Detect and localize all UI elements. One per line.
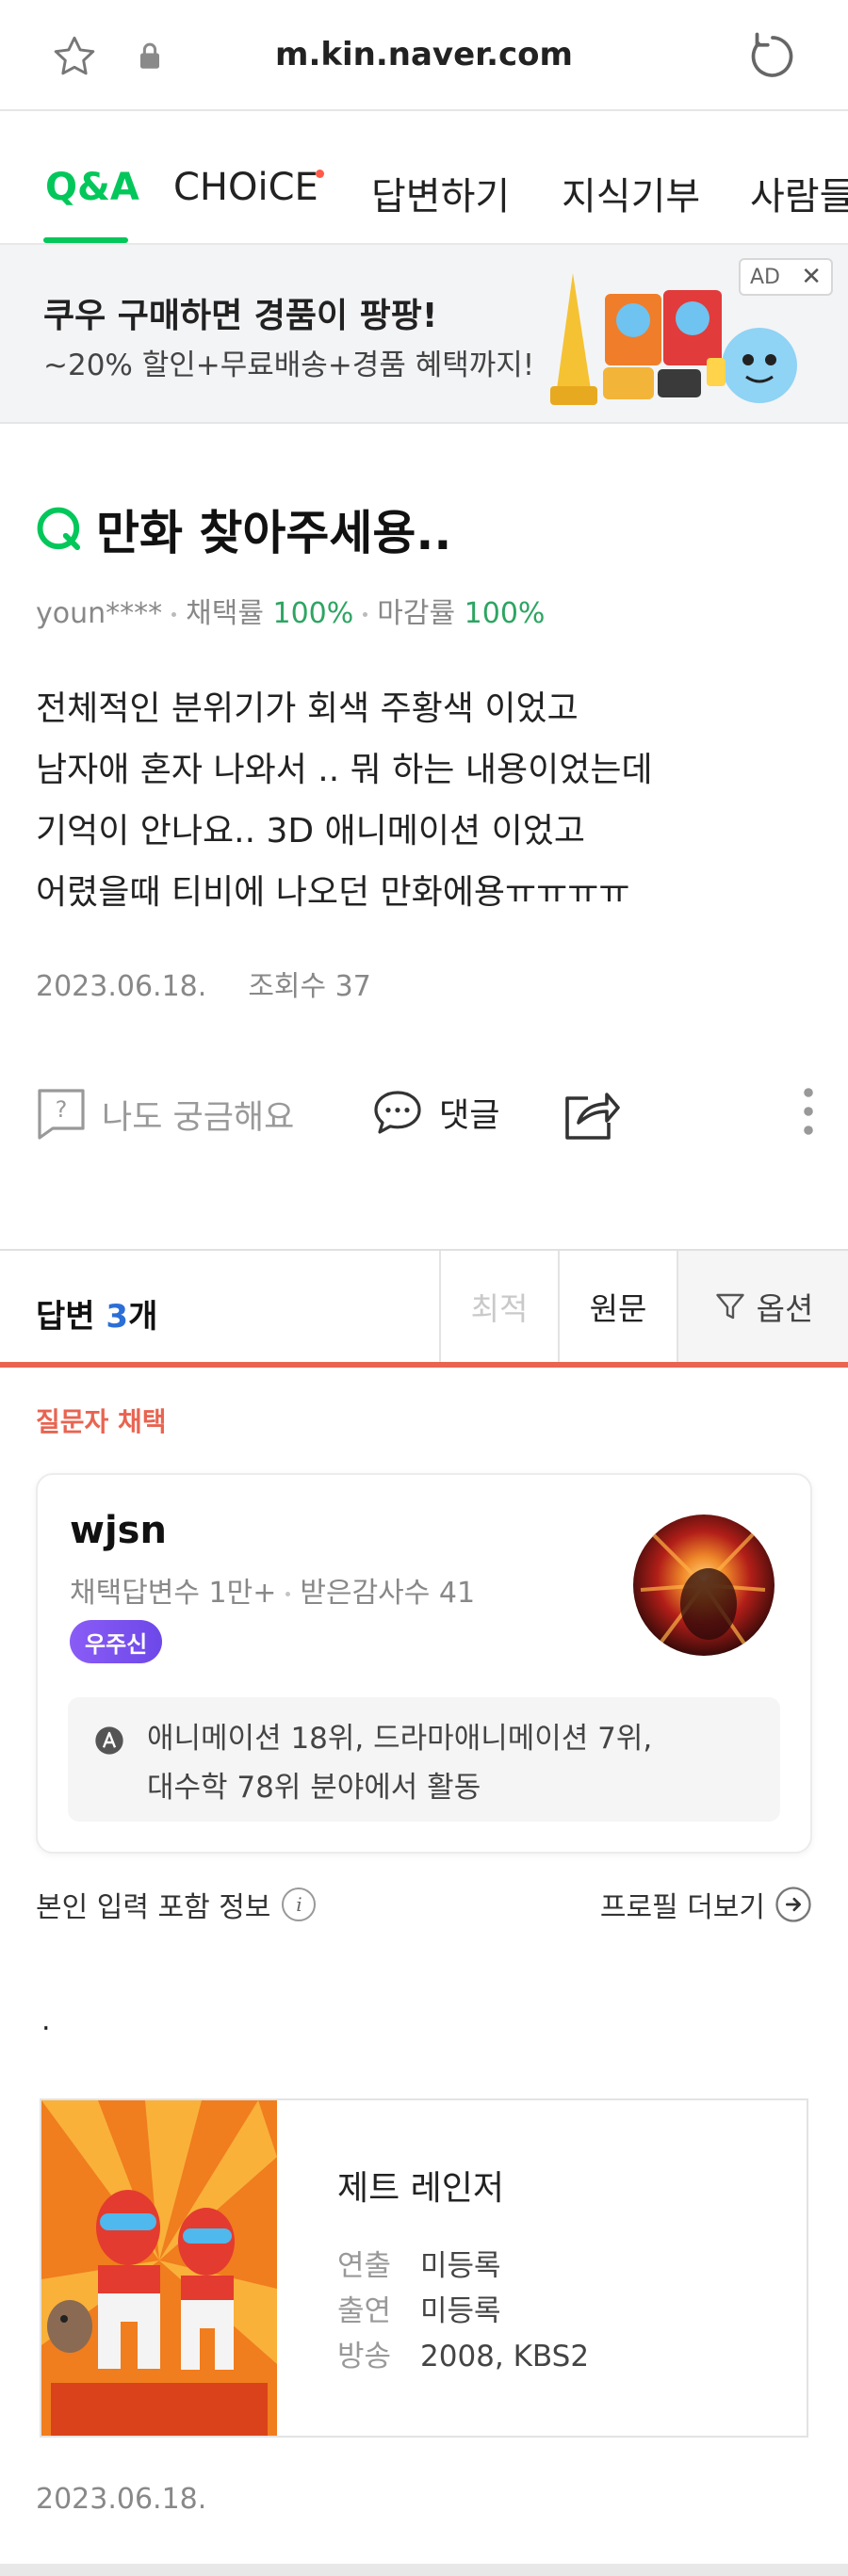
media-row-director: 연출 미등록: [337, 2242, 501, 2284]
question-line: 기억이 안나요.. 3D 애니메이션 이었고: [36, 812, 585, 851]
category-tabs: Q&A CHOiCE 답변하기 지식기부 사람들: [0, 113, 848, 245]
comment-button[interactable]: 댓글: [371, 1087, 499, 1138]
poster-image: [41, 2100, 277, 2436]
tab-people[interactable]: 사람들: [750, 166, 848, 220]
answer-header: 답변 3개 최적 원문 옵션: [0, 1251, 848, 1368]
active-tab-indicator: [43, 237, 128, 243]
svg-text:?: ?: [56, 1096, 68, 1123]
self-info-label[interactable]: 본인 입력 포함 정보 i: [36, 1884, 317, 1925]
curious-button[interactable]: ? 나도 궁금해요: [36, 1087, 294, 1142]
answer-number: 3: [106, 1298, 129, 1336]
options-button[interactable]: 옵션: [677, 1251, 848, 1362]
arrow-right-circle-icon: [775, 1887, 811, 1922]
question-line: 어렸을때 티비에 나오던 만화에용ㅠㅠㅠㅠ: [36, 873, 630, 912]
sort-best-button[interactable]: 최적: [439, 1251, 558, 1362]
media-row-broadcast: 방송 2008, KBS2: [337, 2332, 589, 2374]
answer-body: .: [41, 2004, 51, 2037]
avatar[interactable]: [633, 1515, 775, 1656]
question-header: 만화 찾아주세용..: [34, 495, 451, 563]
questioner-chosen-label: 질문자 채택: [36, 1406, 167, 1437]
question-actions: ? 나도 궁금해요 댓글: [0, 1074, 848, 1158]
tab-qna[interactable]: Q&A: [45, 166, 139, 209]
share-icon: [565, 1093, 620, 1140]
curious-label: 나도 궁금해요: [102, 1098, 295, 1137]
media-key: 연출: [337, 2249, 392, 2283]
comment-label: 댓글: [439, 1096, 500, 1135]
ad-label: AD: [750, 265, 780, 289]
section-divider-bottom: [0, 2564, 848, 2576]
answer-count: 답변 3개: [36, 1290, 157, 1337]
answer-unit: 개: [128, 1298, 158, 1336]
share-button[interactable]: [562, 1087, 637, 1142]
sort-original-button[interactable]: 원문: [558, 1251, 677, 1362]
view-count: 조회수 37: [248, 970, 371, 1003]
reload-icon[interactable]: [744, 28, 801, 85]
question-date-row: 2023.06.18. 조회수 37: [36, 963, 371, 1004]
info-icon[interactable]: i: [282, 1887, 317, 1921]
more-options-icon[interactable]: [797, 1083, 820, 1140]
ad-subtitle: ~20% 할인+무료배송+경품 혜택까지!: [43, 348, 535, 382]
ad-banner[interactable]: 쿠우 구매하면 경품이 팡팡! ~20% 할인+무료배송+경품 혜택까지! AD…: [0, 245, 848, 424]
adopt-rate-label: 채택률: [186, 597, 264, 630]
tab-answer[interactable]: 답변하기: [371, 166, 510, 220]
media-row-cast: 출연 미등록: [337, 2287, 501, 2329]
filter-icon: [715, 1293, 744, 1320]
self-info-text: 본인 입력 포함 정보: [36, 1891, 271, 1924]
ad-title: 쿠우 구매하면 경품이 팡팡!: [43, 297, 438, 335]
new-dot: [316, 170, 324, 178]
media-key: 출연: [337, 2294, 392, 2328]
question-body: 전체적인 분위기가 회색 주황색 이었고 남자애 혼자 나와서 .. 뭐 하는 …: [36, 678, 653, 923]
media-value: 2008, KBS2: [420, 2340, 590, 2373]
tab-donate[interactable]: 지식기부: [562, 166, 700, 220]
field-a-icon: [95, 1726, 123, 1755]
question-q-icon: [37, 507, 81, 551]
tab-choice[interactable]: CHOiCE: [173, 166, 318, 209]
close-icon[interactable]: ✕: [801, 263, 822, 291]
media-key: 방송: [337, 2340, 392, 2373]
question-line: 전체적인 분위기가 회색 주황색 이었고: [36, 689, 579, 728]
media-title[interactable]: 제트 레인저: [337, 2161, 504, 2210]
question-title: 만화 찾아주세용..: [96, 506, 452, 560]
rank-badge: 우주신: [70, 1620, 163, 1663]
close-rate-label: 마감률: [377, 597, 456, 630]
media-value: 미등록: [420, 2249, 501, 2283]
question-date: 2023.06.18.: [36, 970, 207, 1003]
question-line: 남자애 혼자 나와서 .. 뭐 하는 내용이었는데: [36, 751, 653, 789]
ad-close-badge[interactable]: AD ✕: [739, 258, 833, 296]
fields-line-1: 애니메이션 18위, 드라마애니메이션 7위,: [147, 1722, 653, 1756]
options-label: 옵션: [756, 1290, 814, 1327]
more-profile-link[interactable]: 프로필 더보기: [600, 1884, 812, 1925]
question-bubble-icon: ?: [38, 1089, 85, 1140]
adopted-answers-count: 채택답변수 1만+: [70, 1577, 277, 1610]
url-text[interactable]: m.kin.naver.com: [0, 36, 848, 73]
answer-label: 답변: [36, 1298, 95, 1336]
fields-line-2: 대수학 78위 분야에서 활동: [147, 1771, 481, 1805]
media-value: 미등록: [420, 2294, 501, 2328]
close-rate: 100%: [464, 597, 546, 630]
comment-icon: [374, 1091, 421, 1134]
answerer-name[interactable]: wjsn: [70, 1509, 167, 1552]
browser-url-bar: m.kin.naver.com: [0, 0, 848, 111]
question-meta: youn**** 채택률 100% 마감률 100%: [36, 590, 545, 631]
media-info-card[interactable]: 제트 레인저 연출 미등록 출연 미등록 방송 2008, KBS2: [40, 2098, 808, 2438]
thanks-count: 받은감사수 41: [300, 1577, 476, 1610]
author-id[interactable]: youn****: [36, 597, 162, 630]
activity-fields: 애니메이션 18위, 드라마애니메이션 7위, 대수학 78위 분야에서 활동: [68, 1697, 780, 1822]
more-profile-text: 프로필 더보기: [599, 1891, 765, 1924]
answerer-profile-card[interactable]: wjsn 채택답변수 1만+ 받은감사수 41 우주신 애니메이션 18위, 드라…: [36, 1473, 812, 1854]
answerer-stats: 채택답변수 1만+ 받은감사수 41: [70, 1569, 475, 1611]
answer-date: 2023.06.18.: [36, 2483, 207, 2516]
adopt-rate: 100%: [272, 597, 354, 630]
profile-info-row: 본인 입력 포함 정보 i 프로필 더보기: [36, 1884, 812, 1927]
